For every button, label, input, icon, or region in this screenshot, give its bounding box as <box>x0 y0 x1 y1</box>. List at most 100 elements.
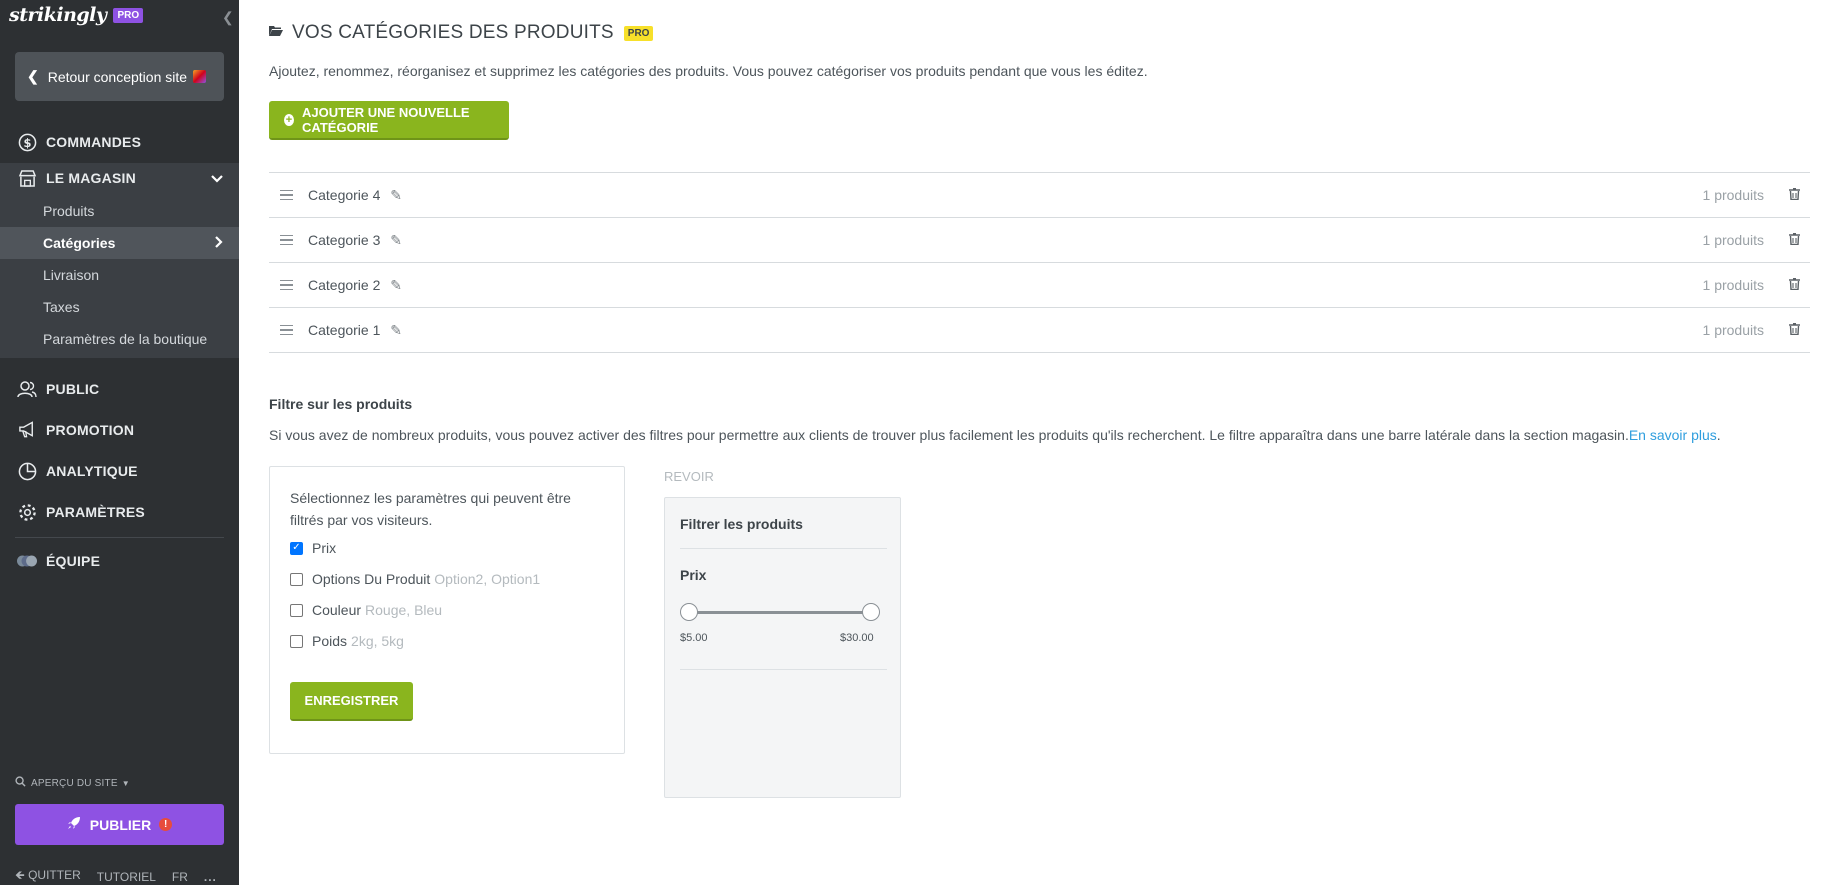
category-row: Categorie 1 ✎ 1 produits <box>269 308 1810 353</box>
category-count: 1 produits <box>1702 277 1764 293</box>
nav-orders[interactable]: $ COMMANDES <box>0 130 239 154</box>
preview-label: REVOIR <box>664 469 714 484</box>
sidebar: strikingly PRO ❮ ❮ Retour conception sit… <box>0 0 239 885</box>
nav-settings[interactable]: PARAMÈTRES <box>0 500 239 524</box>
nav-public[interactable]: PUBLIC <box>0 377 239 401</box>
preview-price-label: Prix <box>680 567 707 583</box>
svg-text:$: $ <box>23 135 31 149</box>
page-header: VOS CATÉGORIES DES PRODUITS PRO <box>269 22 654 44</box>
sub-products[interactable]: Produits <box>0 195 239 227</box>
checkbox[interactable] <box>290 634 303 648</box>
checkbox[interactable] <box>290 603 303 617</box>
add-category-button[interactable]: + AJOUTER UNE NOUVELLE CATÉGORIE <box>269 101 509 140</box>
filter-intro: Sélectionnez les paramètres qui peuvent … <box>290 490 571 528</box>
filter-settings-box: Sélectionnez les paramètres qui peuvent … <box>269 466 625 754</box>
main-content: VOS CATÉGORIES DES PRODUITS PRO Ajoutez,… <box>239 0 1823 885</box>
filter-section-title: Filtre sur les produits <box>269 396 413 412</box>
checkbox-checked[interactable]: ✓ <box>290 541 303 555</box>
chevron-left-icon: ❮ <box>27 68 39 84</box>
category-name: Categorie 3 ✎ <box>308 231 403 248</box>
sub-categories[interactable]: Catégories <box>0 227 239 259</box>
folder-icon <box>269 24 283 42</box>
publish-label: PUBLIER <box>89 816 152 833</box>
store-submenu: Produits Catégories Livraison Taxes Para… <box>0 193 239 358</box>
trash-icon[interactable] <box>1789 232 1800 248</box>
filter-option-weight[interactable]: Poids 2kg, 5kg <box>290 633 404 649</box>
collapse-sidebar-icon[interactable]: ❮ <box>222 9 234 26</box>
back-to-site-design-button[interactable]: ❮ Retour conception site <box>15 52 224 101</box>
price-max-value: $30.00 <box>840 632 874 644</box>
nav-promotion-label: PROMOTION <box>46 422 135 438</box>
users-icon <box>17 379 37 399</box>
slider-max-handle[interactable] <box>862 603 880 621</box>
drag-handle-icon[interactable] <box>280 279 293 291</box>
nav-team[interactable]: ÉQUIPE <box>0 549 239 573</box>
pencil-icon[interactable]: ✎ <box>390 277 402 293</box>
rocket-icon <box>67 816 81 833</box>
trash-icon[interactable] <box>1789 277 1800 293</box>
nav-store[interactable]: LE MAGASIN <box>0 163 239 193</box>
nav-analytics[interactable]: ANALYTIQUE <box>0 459 239 483</box>
more-menu[interactable]: ... <box>204 870 217 884</box>
alert-icon: ! <box>159 818 173 831</box>
sub-taxes[interactable]: Taxes <box>0 291 239 323</box>
nav-public-label: PUBLIC <box>46 381 100 397</box>
learn-more-link[interactable]: En savoir plus <box>1629 427 1717 443</box>
nav-team-label: ÉQUIPE <box>46 553 101 569</box>
option-label: Couleur <box>312 602 362 618</box>
sub-shipping[interactable]: Livraison <box>0 259 239 291</box>
category-name: Categorie 2 ✎ <box>308 276 403 293</box>
logo[interactable]: strikingly PRO <box>9 4 144 26</box>
price-min-value: $5.00 <box>680 632 708 644</box>
arrow-left-icon: 🡸 <box>15 868 25 882</box>
sidebar-divider <box>15 537 224 538</box>
option-label: Options Du Produit <box>312 571 431 587</box>
publish-button[interactable]: PUBLIER ! <box>15 804 224 845</box>
sub-products-label: Produits <box>43 203 95 219</box>
site-preview-link[interactable]: APERÇU DU SITE ▼ <box>15 776 130 790</box>
language-link[interactable]: FR <box>172 870 188 884</box>
sub-categories-label: Catégories <box>43 235 116 251</box>
category-name: Categorie 1 ✎ <box>308 321 403 338</box>
site-design-icon <box>193 70 207 83</box>
option-label: Prix <box>312 540 337 556</box>
sub-shop-settings[interactable]: Paramètres de la boutique <box>0 323 239 355</box>
category-row: Categorie 3 ✎ 1 produits <box>269 218 1810 263</box>
drag-handle-icon[interactable] <box>280 324 293 336</box>
chevron-down-icon <box>211 171 223 186</box>
filter-description: Si vous avez de nombreux produits, vous … <box>269 427 1721 443</box>
drag-handle-icon[interactable] <box>280 234 293 246</box>
page-description: Ajoutez, renommez, réorganisez et suppri… <box>269 63 1148 79</box>
drag-handle-icon[interactable] <box>280 189 293 201</box>
filter-option-color[interactable]: Couleur Rouge, Bleu <box>290 602 442 618</box>
price-range-slider[interactable] <box>680 603 880 621</box>
checkbox[interactable] <box>290 572 303 586</box>
nav-promotion[interactable]: PROMOTION <box>0 418 239 442</box>
category-row: Categorie 2 ✎ 1 produits <box>269 263 1810 308</box>
filter-option-price[interactable]: ✓ Prix <box>290 540 336 556</box>
pencil-icon[interactable]: ✎ <box>390 187 402 203</box>
save-button[interactable]: ENREGISTRER <box>290 682 413 721</box>
pencil-icon[interactable]: ✎ <box>390 232 402 248</box>
nav-store-label: LE MAGASIN <box>46 170 136 186</box>
option-label: Poids <box>312 633 348 649</box>
chevron-right-icon <box>215 235 223 251</box>
logo-text: strikingly <box>9 4 107 26</box>
trash-icon[interactable] <box>1789 187 1800 203</box>
trash-icon[interactable] <box>1789 322 1800 338</box>
pencil-icon[interactable]: ✎ <box>390 322 402 338</box>
back-button-label: Retour conception site <box>47 68 188 85</box>
preview-divider <box>680 548 887 549</box>
caret-down-icon: ▼ <box>121 778 130 788</box>
category-row: Categorie 4 ✎ 1 produits <box>269 173 1810 218</box>
quit-link[interactable]: 🡸 QUITTER <box>15 866 81 887</box>
nav-analytics-label: ANALYTIQUE <box>46 463 138 479</box>
slider-min-handle[interactable] <box>680 603 698 621</box>
sub-shop-settings-label: Paramètres de la boutique <box>43 331 208 347</box>
filter-option-product-options[interactable]: Options Du Produit Option2, Option1 <box>290 571 540 587</box>
store-icon <box>17 168 37 188</box>
category-count: 1 produits <box>1702 322 1764 338</box>
tutorial-link[interactable]: TUTORIEL <box>97 870 156 884</box>
nav-settings-label: PARAMÈTRES <box>46 504 145 520</box>
category-count: 1 produits <box>1702 232 1764 248</box>
